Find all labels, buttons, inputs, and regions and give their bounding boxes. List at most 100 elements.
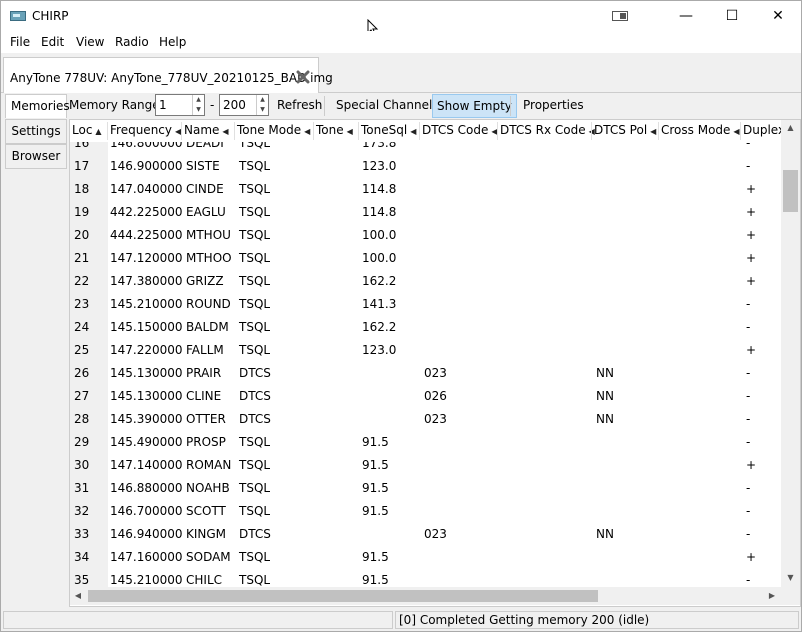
cell-loc[interactable]: 20 bbox=[74, 228, 89, 242]
cell-loc[interactable]: 22 bbox=[74, 274, 89, 288]
cell-mode[interactable]: DTCS bbox=[239, 412, 271, 426]
table-row[interactable]: 20 444.225000 MTHOU TSQL 100.0 + bbox=[70, 225, 782, 248]
cell-freq[interactable]: 146.880000 bbox=[110, 481, 183, 495]
cell-duplex[interactable]: - bbox=[746, 412, 750, 426]
cell-duplex[interactable]: + bbox=[746, 251, 756, 265]
cell-name[interactable]: MTHOU bbox=[186, 228, 231, 242]
table-row[interactable]: 17 146.900000 SISTE TSQL 123.0 - bbox=[70, 156, 782, 179]
maximize-button[interactable]: ☐ bbox=[709, 1, 755, 31]
spin-up-icon[interactable]: ▲ bbox=[257, 95, 268, 105]
horizontal-scrollbar[interactable]: ◀ ▶ bbox=[70, 587, 782, 605]
cell-mode[interactable]: DTCS bbox=[239, 366, 271, 380]
cell-tsql[interactable]: 91.5 bbox=[362, 550, 389, 564]
cell-duplex[interactable]: - bbox=[746, 435, 750, 449]
cell-freq[interactable]: 145.130000 bbox=[110, 366, 183, 380]
column-header-tone-mode[interactable]: Tone Mode ◀ bbox=[237, 123, 310, 137]
cell-freq[interactable]: 146.900000 bbox=[110, 159, 183, 173]
cell-tsql[interactable]: 91.5 bbox=[362, 573, 389, 587]
cell-freq[interactable]: 147.160000 bbox=[110, 550, 183, 564]
cell-loc[interactable]: 26 bbox=[74, 366, 89, 380]
cell-pol[interactable]: NN bbox=[596, 366, 614, 380]
cell-tsql[interactable]: 141.3 bbox=[362, 297, 396, 311]
cell-dtcs[interactable]: 023 bbox=[424, 527, 447, 541]
spin-down-icon[interactable]: ▼ bbox=[257, 105, 268, 115]
column-header-tonesql[interactable]: ToneSql ◀ bbox=[361, 123, 416, 137]
scroll-left-icon[interactable]: ◀ bbox=[70, 587, 86, 605]
table-row[interactable]: 23 145.210000 ROUND TSQL 141.3 - bbox=[70, 294, 782, 317]
cell-mode[interactable]: TSQL bbox=[239, 573, 270, 587]
cell-duplex[interactable]: - bbox=[746, 527, 750, 541]
cell-mode[interactable]: TSQL bbox=[239, 550, 270, 564]
cell-name[interactable]: CLINE bbox=[186, 389, 221, 403]
range-start-arrows[interactable]: ▲ ▼ bbox=[192, 95, 204, 115]
cell-name[interactable]: CHILC bbox=[186, 573, 222, 587]
tab-settings[interactable]: Settings bbox=[5, 119, 67, 144]
cell-freq[interactable]: 147.120000 bbox=[110, 251, 183, 265]
cell-freq[interactable]: 147.220000 bbox=[110, 343, 183, 357]
menu-file[interactable]: File bbox=[10, 35, 30, 49]
table-row[interactable]: 21 147.120000 MTHOO TSQL 100.0 + bbox=[70, 248, 782, 271]
cell-loc[interactable]: 33 bbox=[74, 527, 89, 541]
cell-tsql[interactable]: 91.5 bbox=[362, 458, 389, 472]
cell-name[interactable]: EAGLU bbox=[186, 205, 226, 219]
cell-freq[interactable]: 145.130000 bbox=[110, 389, 183, 403]
column-header-frequency[interactable]: Frequency ◀ bbox=[110, 123, 181, 137]
table-row[interactable]: 22 147.380000 GRIZZ TSQL 162.2 + bbox=[70, 271, 782, 294]
cell-mode[interactable]: TSQL bbox=[239, 228, 270, 242]
horizontal-scroll-thumb[interactable] bbox=[88, 590, 598, 602]
minimize-button[interactable]: — bbox=[663, 1, 709, 31]
cell-tsql[interactable]: 91.5 bbox=[362, 481, 389, 495]
cell-name[interactable]: KINGM bbox=[186, 527, 226, 541]
cell-loc[interactable]: 23 bbox=[74, 297, 89, 311]
column-header-dtcs-pol[interactable]: DTCS Pol ◀ bbox=[594, 123, 656, 137]
cell-loc[interactable]: 24 bbox=[74, 320, 89, 334]
table-row[interactable]: 30 147.140000 ROMAN TSQL 91.5 + bbox=[70, 455, 782, 478]
properties-button[interactable]: Properties bbox=[519, 94, 588, 118]
scroll-up-icon[interactable]: ▲ bbox=[781, 120, 800, 136]
table-row[interactable]: 33 146.940000 KINGM DTCS 023 NN - bbox=[70, 524, 782, 547]
cell-mode[interactable]: TSQL bbox=[239, 274, 270, 288]
column-header-duplex[interactable]: Duplex bbox=[743, 123, 785, 137]
cell-mode[interactable]: TSQL bbox=[239, 481, 270, 495]
cell-name[interactable]: SODAM bbox=[186, 550, 231, 564]
cell-tsql[interactable]: 162.2 bbox=[362, 320, 396, 334]
cell-mode[interactable]: TSQL bbox=[239, 251, 270, 265]
table-row[interactable]: 34 147.160000 SODAM TSQL 91.5 + bbox=[70, 547, 782, 570]
menu-radio[interactable]: Radio bbox=[115, 35, 149, 49]
cell-freq[interactable]: 444.225000 bbox=[110, 228, 183, 242]
cell-loc[interactable]: 25 bbox=[74, 343, 89, 357]
cell-duplex[interactable]: + bbox=[746, 205, 756, 219]
tab-memories[interactable]: Memories bbox=[5, 94, 70, 118]
cell-freq[interactable]: 147.140000 bbox=[110, 458, 183, 472]
cell-freq[interactable]: 146.940000 bbox=[110, 527, 183, 541]
cell-duplex[interactable]: - bbox=[746, 504, 750, 518]
column-header-loc[interactable]: Loc ▲ bbox=[72, 123, 102, 137]
scroll-right-icon[interactable]: ▶ bbox=[764, 587, 780, 605]
cell-tsql[interactable]: 91.5 bbox=[362, 435, 389, 449]
cell-duplex[interactable]: + bbox=[746, 343, 756, 357]
range-end-spinner[interactable]: 200 ▲ ▼ bbox=[219, 94, 269, 116]
table-row[interactable]: 25 147.220000 FALLM TSQL 123.0 + bbox=[70, 340, 782, 363]
range-end-arrows[interactable]: ▲ ▼ bbox=[256, 95, 268, 115]
cell-duplex[interactable]: - bbox=[746, 159, 750, 173]
table-row[interactable]: 26 145.130000 PRAIR DTCS 023 NN - bbox=[70, 363, 782, 386]
cell-loc[interactable]: 35 bbox=[74, 573, 89, 587]
cell-mode[interactable]: TSQL bbox=[239, 297, 270, 311]
cell-loc[interactable]: 31 bbox=[74, 481, 89, 495]
cell-name[interactable]: FALLM bbox=[186, 343, 224, 357]
cell-pol[interactable]: NN bbox=[596, 412, 614, 426]
cell-duplex[interactable]: + bbox=[746, 274, 756, 288]
cell-duplex[interactable]: - bbox=[746, 573, 750, 587]
cell-freq[interactable]: 145.210000 bbox=[110, 573, 183, 587]
cell-dtcs[interactable]: 023 bbox=[424, 412, 447, 426]
cell-freq[interactable]: 146.700000 bbox=[110, 504, 183, 518]
cell-name[interactable]: ROMAN bbox=[186, 458, 231, 472]
cell-duplex[interactable]: - bbox=[746, 366, 750, 380]
table-row[interactable]: 18 147.040000 CINDE TSQL 114.8 + bbox=[70, 179, 782, 202]
cell-mode[interactable]: TSQL bbox=[239, 320, 270, 334]
cell-name[interactable]: CINDE bbox=[186, 182, 224, 196]
cell-duplex[interactable]: + bbox=[746, 550, 756, 564]
cell-freq[interactable]: 147.040000 bbox=[110, 182, 183, 196]
cell-duplex[interactable]: - bbox=[746, 297, 750, 311]
cell-mode[interactable]: TSQL bbox=[239, 159, 270, 173]
